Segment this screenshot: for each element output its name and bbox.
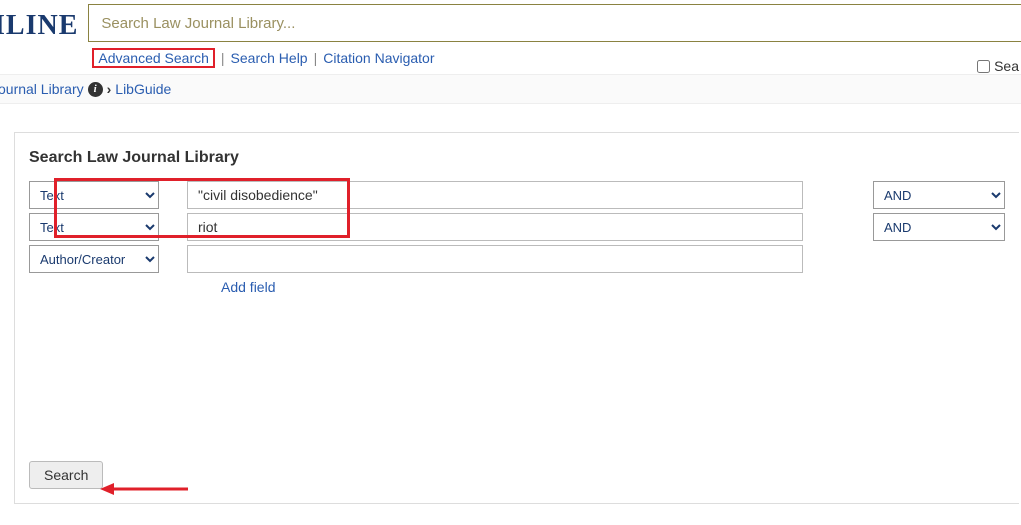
global-search-bar[interactable] [88,4,1021,42]
search-sublinks: Advanced Search | Search Help | Citation… [88,42,1021,74]
field-select-1[interactable]: Text [29,213,159,241]
term-input-0[interactable] [187,181,803,209]
sea-checkbox[interactable] [977,60,990,73]
field-select-2[interactable]: Author/Creator [29,245,159,273]
separator: | [314,50,318,66]
field-select-0[interactable]: Text [29,181,159,209]
bool-select-0[interactable]: AND [873,181,1005,209]
global-search-input[interactable] [101,15,1010,32]
term-input-2[interactable] [187,245,803,273]
search-help-link[interactable]: Search Help [231,50,308,66]
breadcrumb-journal-library[interactable]: ournal Library [0,81,84,97]
search-row: Author/Creator [29,245,1005,273]
add-field-link[interactable]: Add field [221,279,275,295]
breadcrumb-libguide[interactable]: LibGuide [115,81,171,97]
sea-label: Sea [994,58,1019,74]
citation-navigator-link[interactable]: Citation Navigator [323,50,434,66]
search-row: Text AND [29,181,1005,209]
panel-title: Search Law Journal Library [29,149,1005,167]
advanced-search-link[interactable]: Advanced Search [98,50,209,66]
search-button[interactable]: Search [29,461,103,489]
info-icon[interactable]: i [88,82,103,97]
bool-select-1[interactable]: AND [873,213,1005,241]
brand-logo: ILINE [0,4,88,42]
term-input-1[interactable] [187,213,803,241]
advanced-search-panel: Search Law Journal Library Text AND Text… [14,132,1019,504]
separator: | [221,50,225,66]
chevron-right-icon: › [107,81,112,97]
sea-checkbox-group[interactable]: Sea [977,58,1019,74]
breadcrumb: ournal Library i › LibGuide [0,74,1021,104]
search-row: Text AND [29,213,1005,241]
